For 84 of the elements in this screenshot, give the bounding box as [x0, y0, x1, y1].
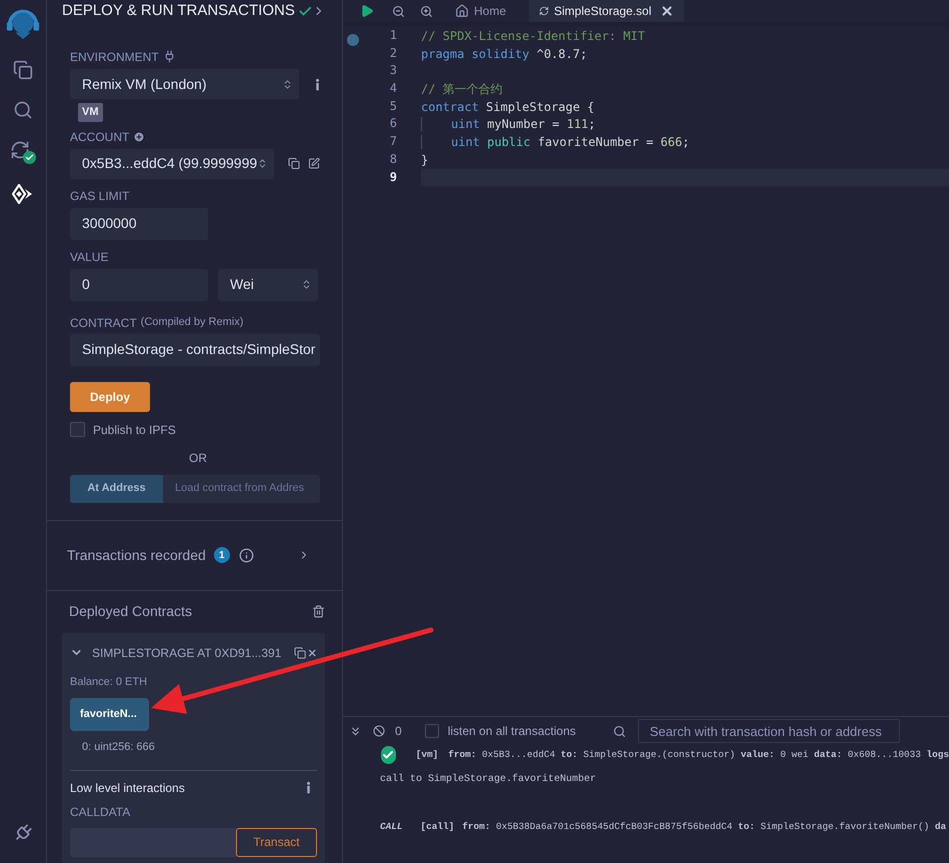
call-label: CALL	[380, 820, 403, 834]
edit-icon[interactable]	[308, 157, 320, 170]
line-number: 2	[390, 44, 397, 62]
chevron-updown-icon	[301, 279, 312, 290]
editor-tab[interactable]: SimpleStorage.sol	[529, 0, 684, 22]
checkbox[interactable]	[70, 422, 85, 437]
environment-select[interactable]: Remix VM (London)	[70, 69, 300, 99]
collapse-icon[interactable]	[349, 724, 362, 738]
log-tag: [call]	[420, 820, 454, 834]
close-icon[interactable]	[660, 4, 674, 18]
code-line: // 第一个合约	[421, 82, 503, 96]
field-label: VALUE	[70, 250, 110, 262]
checkbox-label: listen on all transactions	[448, 723, 576, 740]
search-icon	[612, 724, 626, 738]
account-select[interactable]: 0x5B3...eddC4 (99.9999999	[70, 148, 274, 178]
run-icon[interactable]	[360, 4, 374, 18]
transactions-recorded-label[interactable]: Transactions recorded	[67, 544, 206, 566]
deploy-icon[interactable]	[12, 184, 34, 204]
field-label: GAS LIMIT	[70, 190, 130, 202]
line-number: 9	[390, 168, 397, 186]
field-label: CONTRACT	[70, 316, 137, 328]
copy-icon[interactable]	[294, 646, 307, 660]
chevron-updown-icon	[257, 158, 268, 169]
contract-select[interactable]: SimpleStorage - contracts/SimpleStor	[70, 334, 320, 366]
code-line: pragma solidity ^0.8.7;	[421, 46, 588, 61]
or-text: OR	[188, 450, 207, 466]
at-address-button[interactable]: At Address	[70, 474, 163, 502]
calldata-label: CALLDATA	[70, 804, 132, 820]
pending-count: 0	[395, 723, 402, 740]
home-icon	[455, 4, 469, 18]
call-result: 0: uint256: 666	[82, 740, 156, 755]
field-label: ACCOUNT	[70, 130, 130, 142]
line-number: 3	[390, 62, 397, 80]
gas-limit-input[interactable]: 3000000	[70, 208, 208, 240]
code-line: uint myNumber = 111;	[421, 117, 596, 132]
line-number: 6	[390, 115, 397, 132]
line-number: 5	[390, 98, 397, 115]
line-number: 4	[390, 80, 397, 98]
close-icon[interactable]	[306, 646, 317, 658]
checkbox-label: Publish to IPFS	[93, 422, 176, 438]
panel-title: DEPLOY & RUN TRANSACTIONS	[62, 0, 295, 21]
compiler-icon[interactable]	[10, 140, 36, 164]
info-icon[interactable]	[238, 548, 254, 562]
balance-text: Balance: 0 ETH	[70, 674, 148, 690]
code-line: contract SimpleStorage {	[421, 100, 594, 114]
contract-instance-title[interactable]: SIMPLESTORAGE AT 0XD91...391	[92, 644, 282, 662]
log-entry: from: 0x5B38Da6a701c568545dCfcB03FcB875f56beddC4 to: SimpleStorage.favoriteNumber() da	[462, 820, 946, 834]
plug-icon	[162, 50, 176, 63]
field-label: ENVIRONMENT	[70, 50, 159, 62]
info-icon[interactable]	[306, 781, 311, 794]
code-line: }	[421, 152, 428, 167]
low-level-title: Low level interactions	[70, 780, 185, 796]
function-button[interactable]: favoriteN...	[70, 698, 149, 731]
trash-icon[interactable]	[312, 605, 325, 618]
line-number: 7	[390, 133, 397, 150]
log-tag: [vm]	[416, 748, 438, 762]
zoom-in-icon[interactable]	[420, 4, 433, 18]
address-input[interactable]: Load contract from Addres	[163, 474, 320, 502]
code-line: uint public favoriteNumber = 666;	[421, 135, 690, 150]
compiled-by-note: (Compiled by Remix)	[140, 317, 244, 328]
file-sync-icon	[539, 6, 549, 16]
unit-select[interactable]: Wei	[218, 268, 318, 300]
transact-button[interactable]: Transact	[236, 828, 317, 856]
editor-tab[interactable]: Home	[445, 0, 525, 22]
files-icon[interactable]	[13, 60, 33, 80]
copy-icon[interactable]	[288, 157, 300, 170]
value-input[interactable]: 0	[70, 268, 208, 300]
line-number: 8	[390, 150, 397, 168]
code-line: // SPDX-License-Identifier: MIT	[421, 29, 645, 43]
log-message: call to SimpleStorage.favoriteNumber	[380, 772, 596, 786]
search-field[interactable]: Search with transaction hash or address	[638, 719, 900, 743]
zoom-out-icon[interactable]	[392, 4, 405, 18]
info-icon[interactable]	[315, 78, 320, 90]
success-icon	[381, 746, 396, 764]
search-icon[interactable]	[13, 100, 33, 120]
checkbox[interactable]	[424, 724, 439, 738]
line-number: 1	[390, 27, 397, 44]
add-icon[interactable]	[133, 130, 146, 142]
calldata-input[interactable]	[70, 828, 236, 856]
deployed-contracts-title: Deployed Contracts	[69, 602, 192, 621]
count-badge: 1	[214, 547, 230, 563]
vm-badge: VM	[78, 103, 102, 122]
clear-icon[interactable]	[373, 725, 385, 737]
log-entry: from: 0x5B3...eddC4 to: SimpleStorage.(constructor) value: 0 wei data: 0x608...10033 logs	[448, 748, 949, 762]
